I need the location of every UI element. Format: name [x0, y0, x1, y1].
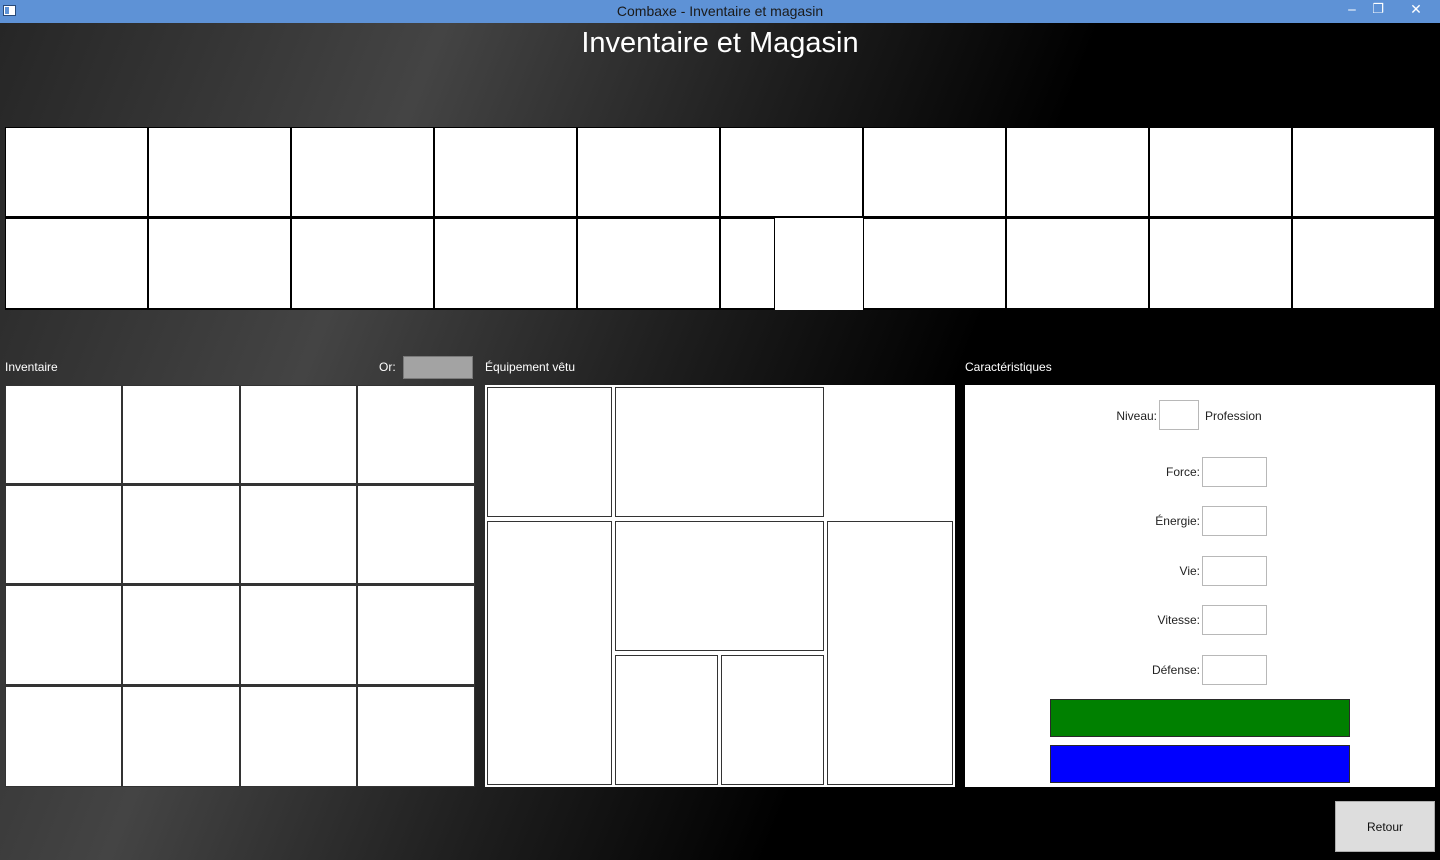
level-field — [1159, 400, 1199, 430]
shop-slot[interactable] — [1150, 128, 1291, 216]
inventory-slot[interactable] — [241, 687, 356, 786]
equipment-slot-left[interactable] — [487, 521, 612, 785]
inventory-slot[interactable] — [6, 586, 121, 684]
force-label: Force: — [1165, 465, 1200, 479]
shop-slot[interactable] — [149, 219, 290, 308]
shop-slot[interactable] — [435, 219, 576, 308]
shop-slot[interactable] — [149, 128, 290, 216]
shop-slot[interactable] — [1007, 128, 1148, 216]
inventory-grid — [5, 385, 475, 787]
defense-field — [1202, 655, 1267, 685]
inventory-slot[interactable] — [6, 386, 121, 483]
main-content: Inventaire et Magasin Inventaire Or: Équ… — [0, 23, 1440, 860]
inventory-slot[interactable] — [241, 486, 356, 583]
equipment-slot-right[interactable] — [827, 521, 953, 785]
stats-label: Caractéristiques — [965, 360, 1052, 374]
force-field — [1202, 457, 1267, 487]
inventory-slot[interactable] — [123, 486, 239, 583]
inventory-slot[interactable] — [358, 386, 474, 483]
shop-slot[interactable] — [721, 219, 774, 308]
energy-field — [1202, 506, 1267, 536]
speed-label: Vitesse: — [1157, 613, 1200, 627]
inventory-slot[interactable] — [358, 486, 474, 583]
restore-button[interactable]: ❐ — [1364, 0, 1392, 21]
inventory-slot[interactable] — [358, 586, 474, 684]
inventory-slot[interactable] — [123, 586, 239, 684]
gold-label: Or: — [379, 360, 396, 374]
life-field — [1202, 556, 1267, 586]
shop-slot[interactable] — [1007, 219, 1148, 308]
back-button[interactable]: Retour — [1335, 801, 1435, 852]
energy-bar — [1050, 745, 1350, 783]
shop-slot[interactable] — [721, 128, 862, 216]
window-title: Combaxe - Inventaire et magasin — [616, 3, 824, 19]
equipment-slot-head[interactable] — [615, 387, 824, 517]
shop-slot[interactable] — [864, 128, 1005, 216]
life-label: Vie: — [1179, 564, 1200, 578]
inventory-slot[interactable] — [358, 687, 474, 786]
shop-slot[interactable] — [435, 128, 576, 216]
shop-slot[interactable] — [292, 219, 433, 308]
shop-slot[interactable] — [775, 218, 863, 310]
equipment-slot-head-left[interactable] — [487, 387, 612, 517]
defense-label: Défense: — [1151, 663, 1200, 677]
profession-label: Profession — [1205, 409, 1262, 423]
gold-field — [403, 356, 473, 379]
shop-slot[interactable] — [578, 128, 719, 216]
stats-panel: Niveau: Profession Force: Énergie: Vie: … — [965, 385, 1435, 787]
inventory-slot[interactable] — [241, 386, 356, 483]
inventory-slot[interactable] — [241, 586, 356, 684]
equipment-label: Équipement vêtu — [485, 360, 576, 374]
shop-slot[interactable] — [1293, 128, 1434, 216]
shop-slot[interactable] — [864, 219, 1005, 308]
close-button[interactable]: ✕ — [1394, 0, 1438, 21]
shop-slot[interactable] — [1150, 219, 1291, 308]
shop-slot[interactable] — [6, 219, 147, 308]
energy-label: Énergie: — [1155, 514, 1200, 528]
equipment-panel — [485, 385, 955, 787]
speed-field — [1202, 605, 1267, 635]
shop-slot[interactable] — [1293, 219, 1434, 308]
health-bar — [1050, 699, 1350, 737]
level-label: Niveau: — [1116, 409, 1157, 423]
shop-slot[interactable] — [578, 219, 719, 308]
title-bar: Combaxe - Inventaire et magasin ‒ ❐ ✕ — [0, 0, 1440, 23]
page-title: Inventaire et Magasin — [581, 27, 859, 59]
shop-slot[interactable] — [292, 128, 433, 216]
equipment-slot-bottom-right[interactable] — [721, 655, 824, 785]
shop-grid — [5, 127, 1435, 310]
inventory-slot[interactable] — [6, 486, 121, 583]
inventory-slot[interactable] — [123, 687, 239, 786]
shop-slot[interactable] — [6, 128, 147, 216]
inventory-slot[interactable] — [6, 687, 121, 786]
minimize-button[interactable]: ‒ — [1338, 0, 1366, 21]
equipment-slot-bottom-left[interactable] — [615, 655, 718, 785]
equipment-slot-body[interactable] — [615, 521, 824, 651]
inventory-slot[interactable] — [123, 386, 239, 483]
inventory-label: Inventaire — [5, 360, 58, 374]
